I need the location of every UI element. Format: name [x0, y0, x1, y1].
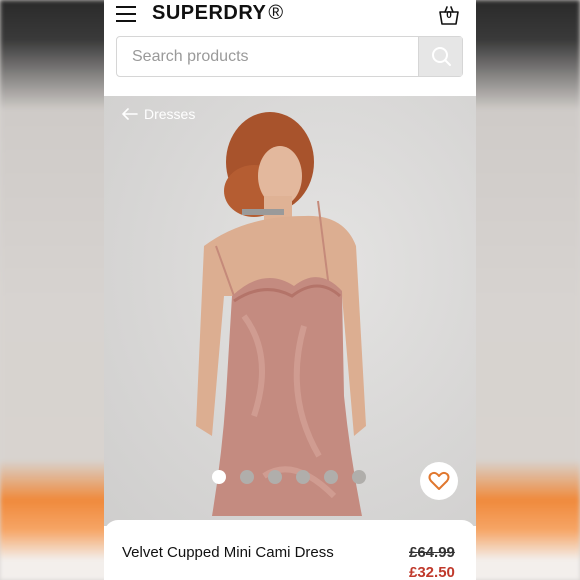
- mobile-page: SUPERDRY ® 0 Search products Dresses Vel…: [104, 0, 476, 580]
- search-icon: [432, 47, 451, 66]
- gallery-dot-5[interactable]: [324, 470, 338, 484]
- gallery-dot-3[interactable]: [268, 470, 282, 484]
- hamburger-menu-icon[interactable]: [116, 6, 136, 22]
- product-info-card: Velvet Cupped Mini Cami Dress £64.99 £32…: [104, 520, 476, 580]
- arrow-left-icon: [122, 108, 138, 120]
- sale-price: £32.50: [409, 564, 455, 580]
- product-image-gallery[interactable]: Dresses: [104, 96, 476, 526]
- brand-name: SUPERDRY: [152, 2, 267, 24]
- gallery-dot-1[interactable]: [212, 470, 226, 484]
- brand-logo[interactable]: SUPERDRY ®: [152, 2, 284, 25]
- back-link-label: Dresses: [144, 106, 196, 122]
- heart-icon: [428, 471, 450, 490]
- search-bar: [116, 36, 463, 77]
- search-button[interactable]: [418, 37, 462, 76]
- gallery-dot-6[interactable]: [352, 470, 366, 484]
- basket-count: 0: [446, 10, 452, 21]
- search-input[interactable]: [117, 37, 419, 76]
- gallery-dot-4[interactable]: [296, 470, 310, 484]
- gallery-pagination: [212, 470, 366, 484]
- registered-mark: ®: [268, 2, 284, 24]
- product-name: Velvet Cupped Mini Cami Dress: [122, 544, 334, 561]
- basket-icon[interactable]: 0: [438, 4, 460, 26]
- wishlist-button[interactable]: [420, 462, 458, 500]
- original-price: £64.99: [409, 544, 455, 561]
- top-bar: SUPERDRY ® 0: [104, 0, 476, 30]
- gallery-dot-2[interactable]: [240, 470, 254, 484]
- back-to-dresses-link[interactable]: Dresses: [122, 106, 195, 122]
- product-photo: [196, 112, 366, 516]
